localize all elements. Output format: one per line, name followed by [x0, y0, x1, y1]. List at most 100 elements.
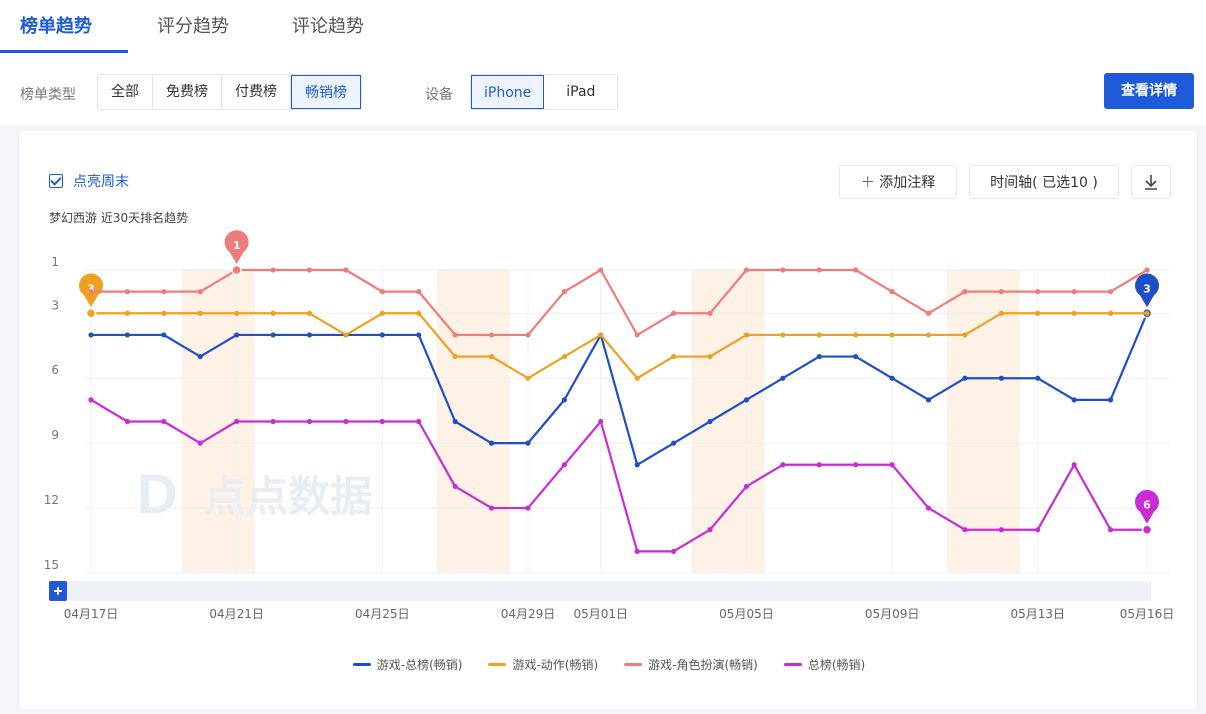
- weekend-band: [946, 270, 1020, 573]
- rank-trend-chart: 点点数据 D 1 3 6 9 12 15 04月17日 04月21日 04月25日 04月29日 05月…: [44, 230, 1174, 621]
- tab-review-trend[interactable]: 评论趋势: [292, 12, 364, 38]
- marker-point: [231, 264, 242, 276]
- data-point: [998, 289, 1004, 295]
- data-point: [270, 332, 276, 338]
- data-point: [161, 310, 167, 316]
- view-details-button[interactable]: 查看详情: [1104, 73, 1194, 109]
- data-point: [270, 418, 276, 425]
- weekend-band: [691, 270, 765, 573]
- data-point: [452, 418, 458, 425]
- data-point: [379, 332, 385, 338]
- data-point: [1107, 289, 1114, 295]
- x-tick-label: 04月21日: [209, 607, 264, 621]
- y-tick-label: 12: [44, 493, 59, 507]
- legend-swatch: [488, 663, 507, 666]
- data-point: [707, 310, 713, 316]
- data-point: [270, 267, 276, 273]
- data-point: [598, 267, 604, 273]
- data-point: [379, 289, 385, 295]
- data-point: [488, 505, 495, 511]
- x-tick-label: 04月17日: [64, 607, 119, 621]
- data-point: [124, 418, 131, 425]
- tab-list-trend[interactable]: 榜单趋势: [20, 12, 92, 38]
- legend-item[interactable]: 游戏-角色扮演(畅销): [624, 656, 758, 673]
- data-point: [1035, 310, 1041, 316]
- data-point: [488, 353, 495, 360]
- data-point: [743, 397, 750, 403]
- data-point: [488, 332, 495, 338]
- y-tick-label: 1: [51, 255, 59, 269]
- chart-legend: 游戏-总榜(畅销) 游戏-动作(畅销) 游戏-角色扮演(畅销) 总榜(畅销): [19, 656, 1199, 673]
- x-tick-label: 05月13日: [1010, 607, 1065, 621]
- list-type-all[interactable]: 全部: [98, 75, 153, 109]
- device-iphone[interactable]: iPhone: [471, 75, 545, 109]
- data-point: [925, 310, 932, 316]
- y-tick-label: 15: [44, 558, 59, 572]
- data-point: [962, 527, 968, 533]
- data-point: [416, 310, 422, 316]
- data-point: [525, 440, 531, 446]
- data-point: [88, 332, 94, 338]
- top-tab-bar: 榜单趋势 评分趋势 评论趋势: [0, 0, 1206, 55]
- data-point: [671, 440, 677, 446]
- list-type-paid[interactable]: 付费榜: [222, 75, 291, 109]
- list-type-grossing[interactable]: 畅销榜: [291, 75, 361, 109]
- data-point: [343, 332, 349, 338]
- data-point: [161, 418, 167, 425]
- x-tick-label: 05月01日: [574, 607, 629, 621]
- data-point: [634, 462, 640, 468]
- device-label: 设备: [425, 87, 453, 103]
- data-point: [925, 332, 932, 338]
- data-point: [634, 332, 640, 338]
- legend-swatch: [783, 663, 802, 666]
- marker-label: 3: [1143, 282, 1151, 295]
- legend-item[interactable]: 游戏-总榜(畅销): [352, 656, 462, 673]
- legend-item[interactable]: 游戏-动作(畅销): [488, 656, 598, 673]
- data-point: [197, 310, 203, 316]
- data-point: [561, 397, 567, 403]
- legend-label: 游戏-动作(畅销): [512, 658, 599, 672]
- data-point: [998, 310, 1004, 316]
- data-point: [161, 332, 167, 338]
- data-point: [671, 353, 677, 360]
- legend-swatch: [352, 663, 371, 666]
- data-point: [780, 375, 786, 381]
- list-type-free[interactable]: 免费榜: [153, 75, 222, 109]
- legend-item[interactable]: 总榜(畅销): [783, 656, 866, 673]
- legend-label: 总榜(畅销): [807, 658, 866, 672]
- data-point: [416, 332, 422, 338]
- data-point: [816, 267, 822, 273]
- data-point: [889, 332, 895, 338]
- data-point: [343, 418, 349, 425]
- data-point: [343, 267, 349, 273]
- marker-label: 1: [233, 239, 241, 252]
- active-tab-indicator: [0, 50, 128, 53]
- y-tick-label: 9: [51, 428, 59, 442]
- data-point: [743, 267, 750, 273]
- data-point: [88, 397, 94, 403]
- data-point: [707, 418, 713, 425]
- data-point: [525, 332, 531, 338]
- data-point: [962, 375, 968, 381]
- device-ipad[interactable]: iPad: [544, 75, 617, 109]
- legend-label: 游戏-角色扮演(畅销): [648, 658, 758, 672]
- data-point: [1107, 397, 1114, 403]
- data-point: [306, 310, 313, 316]
- data-point: [197, 440, 203, 446]
- data-point: [780, 332, 786, 338]
- data-point: [707, 353, 713, 360]
- data-point: [780, 267, 786, 273]
- data-point: [634, 548, 640, 554]
- data-point: [998, 527, 1004, 533]
- list-type-label: 榜单类型: [20, 87, 76, 103]
- tab-rating-trend[interactable]: 评分趋势: [157, 12, 229, 38]
- data-point: [671, 548, 677, 554]
- marker-label: 6: [1143, 499, 1151, 512]
- data-point: [306, 332, 313, 338]
- data-point: [416, 418, 422, 425]
- data-point: [925, 397, 932, 403]
- data-point: [124, 289, 131, 295]
- data-point: [1035, 289, 1041, 295]
- chart-card: 点亮周末 ＋ 添加注释 时间轴( 已选10 ) 梦幻西游 近30天排名趋势 点点…: [18, 130, 1198, 710]
- marker-point: [1141, 524, 1153, 535]
